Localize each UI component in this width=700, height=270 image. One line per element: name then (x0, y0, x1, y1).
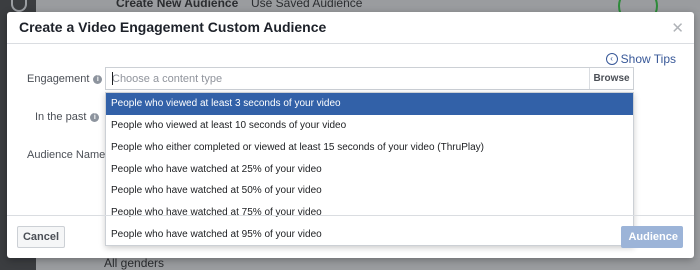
question-circle-icon: ‹ (605, 53, 618, 65)
background-gender-text: All genders (104, 256, 165, 270)
content-type-search: Browse (105, 67, 634, 90)
info-icon[interactable]: i (93, 74, 103, 84)
modal-title: Create a Video Engagement Custom Audienc… (19, 19, 327, 35)
cancel-button[interactable]: Cancel (17, 226, 65, 248)
in-the-past-label-text: In the past (35, 111, 87, 123)
dropdown-option[interactable]: People who have watched at 75% of your v… (106, 202, 633, 224)
dropdown-option[interactable]: People who viewed at least 10 seconds of… (106, 115, 633, 137)
dropdown-option[interactable]: People who have watched at 50% of your v… (106, 180, 633, 202)
dropdown-option[interactable]: People who have watched at 25% of your v… (106, 159, 633, 181)
background-header: Create New Audience Use Saved Audience (36, 0, 700, 12)
dropdown-option[interactable]: People who either completed or viewed at… (106, 137, 633, 159)
in-the-past-label: In the past i (35, 111, 100, 123)
info-icon[interactable]: i (90, 112, 100, 122)
show-tips-link[interactable]: ‹ Show Tips (605, 52, 676, 66)
clock-icon (11, 0, 27, 12)
dropdown-option[interactable]: People who have watched at 95% of your v… (106, 224, 633, 246)
engagement-label-text: Engagement (27, 73, 90, 85)
background-tab-create: Create New Audience (116, 0, 239, 10)
background-footer: All genders (36, 256, 700, 270)
engagement-label: Engagement i (27, 73, 103, 85)
audience-name-label-text: Audience Name (27, 149, 106, 161)
text-caret (112, 72, 113, 85)
modal-header: Create a Video Engagement Custom Audienc… (7, 12, 694, 44)
video-engagement-audience-modal: Create a Video Engagement Custom Audienc… (7, 12, 694, 258)
close-icon[interactable]: ✕ (671, 19, 684, 37)
content-type-input[interactable] (106, 68, 590, 89)
show-tips-label: Show Tips (620, 52, 676, 66)
create-audience-button[interactable]: Audience (621, 226, 683, 248)
audience-name-label: Audience Name (27, 149, 105, 161)
content-type-dropdown: People who viewed at least 3 seconds of … (105, 92, 634, 246)
browse-button[interactable]: Browse (589, 68, 633, 89)
footer-divider (7, 215, 694, 216)
background-tab-saved: Use Saved Audience (251, 0, 363, 10)
dropdown-option[interactable]: People who viewed at least 3 seconds of … (106, 93, 633, 115)
